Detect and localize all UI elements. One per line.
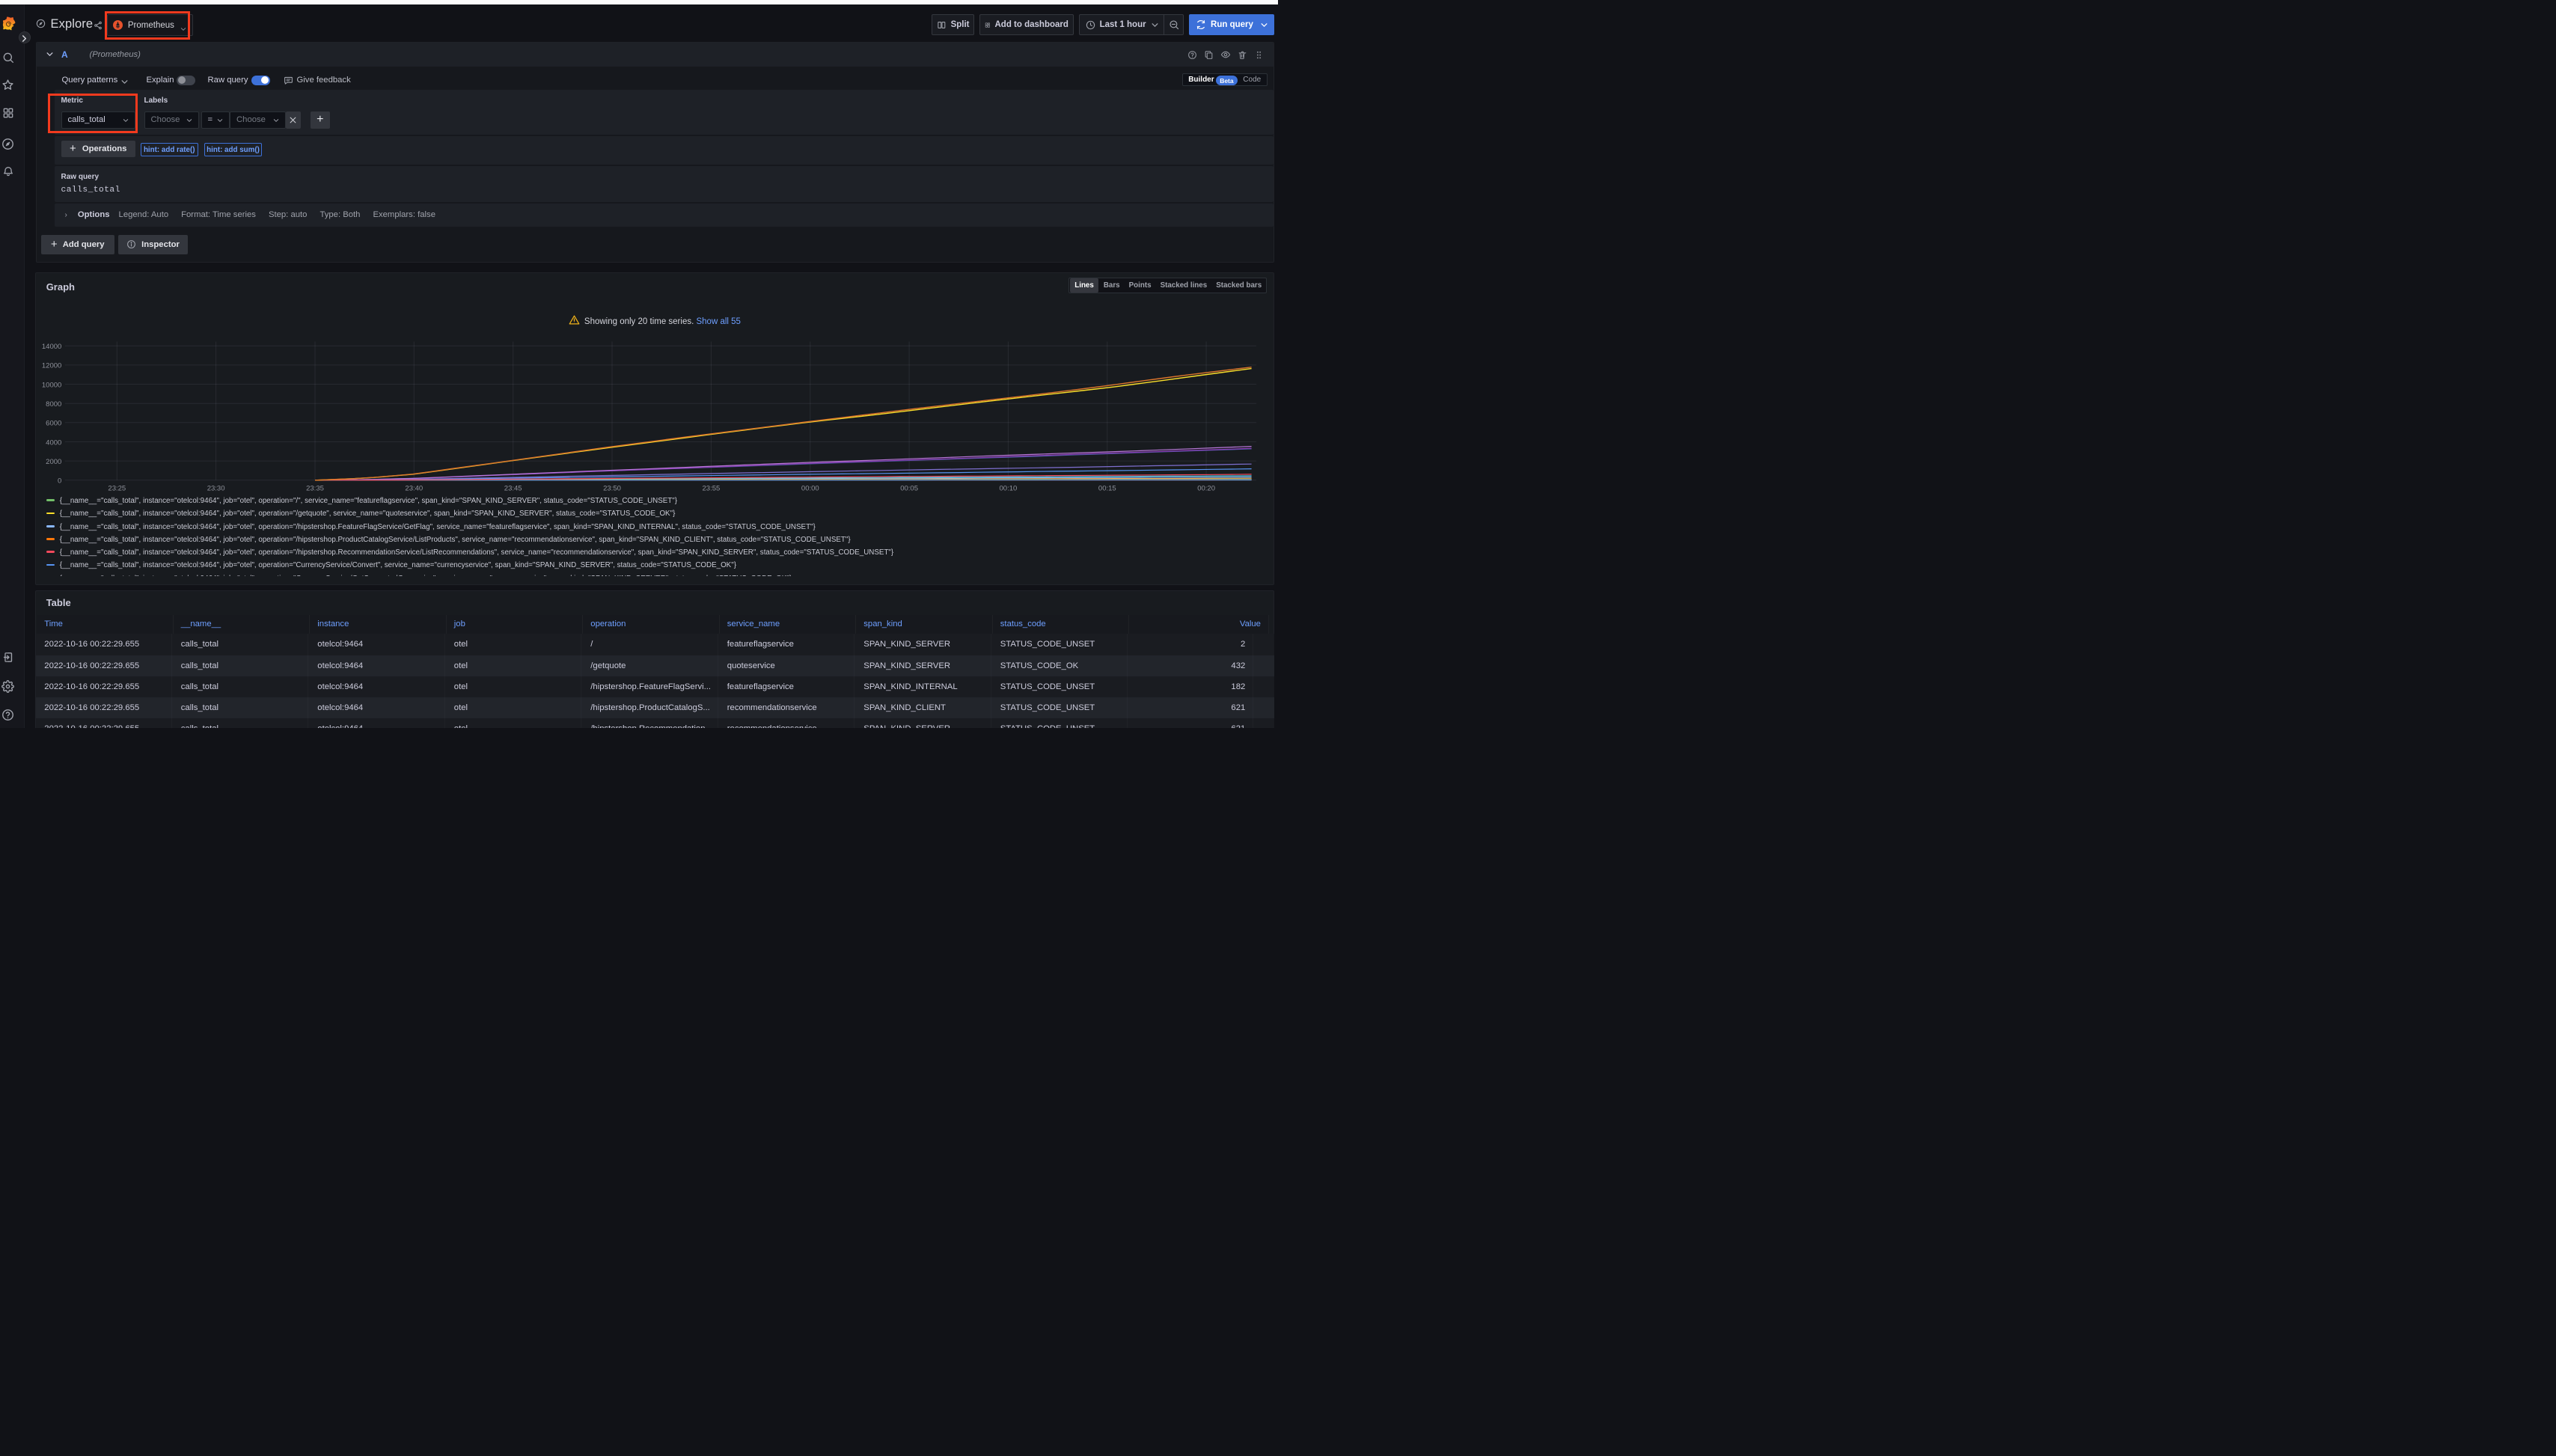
svg-text:10000: 10000 <box>42 381 61 389</box>
svg-text:00:00: 00:00 <box>801 484 819 492</box>
svg-text:23:30: 23:30 <box>207 484 224 492</box>
svg-text:8000: 8000 <box>46 400 61 409</box>
svg-text:00:20: 00:20 <box>1197 484 1215 492</box>
svg-text:23:25: 23:25 <box>108 484 126 492</box>
svg-text:6000: 6000 <box>46 419 61 427</box>
svg-text:23:55: 23:55 <box>702 484 720 492</box>
svg-text:00:05: 00:05 <box>900 484 918 492</box>
svg-text:12000: 12000 <box>42 361 61 370</box>
svg-text:0: 0 <box>58 477 61 485</box>
svg-text:00:10: 00:10 <box>999 484 1017 492</box>
svg-text:23:35: 23:35 <box>306 484 324 492</box>
svg-text:14000: 14000 <box>42 343 61 351</box>
svg-text:4000: 4000 <box>46 438 61 447</box>
svg-text:23:40: 23:40 <box>405 484 423 492</box>
svg-text:2000: 2000 <box>46 457 61 465</box>
svg-text:23:45: 23:45 <box>504 484 522 492</box>
svg-text:23:50: 23:50 <box>603 484 621 492</box>
svg-text:00:15: 00:15 <box>1098 484 1116 492</box>
